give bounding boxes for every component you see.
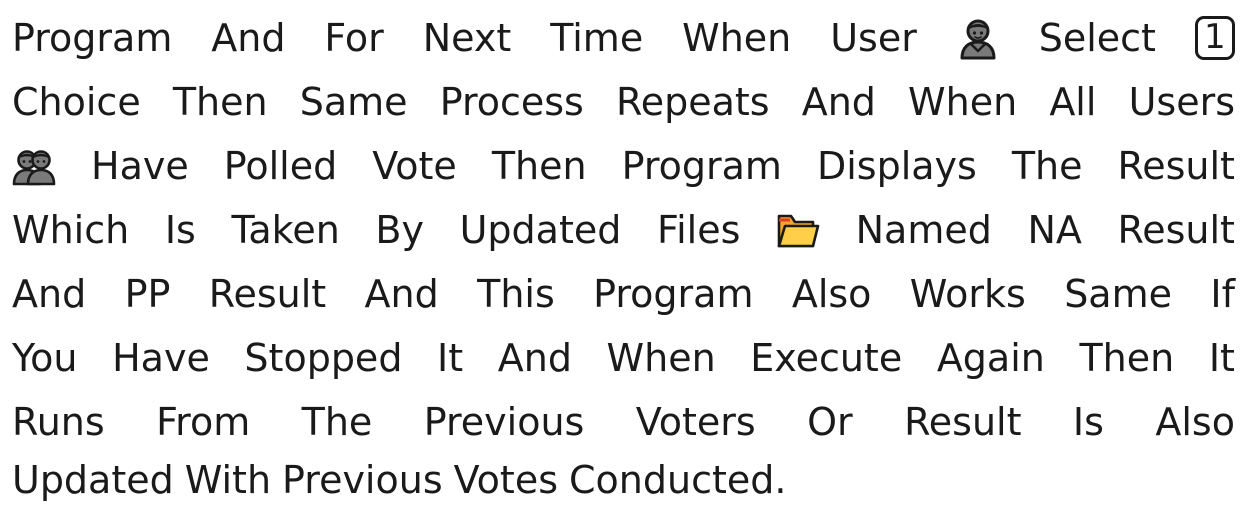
word: It: [1208, 336, 1235, 380]
text-line-5: And PP Result And This Program Also Work…: [12, 262, 1235, 326]
word: Program: [12, 16, 173, 60]
word: Choice: [12, 80, 141, 124]
word: With: [184, 458, 272, 502]
word: Program: [593, 272, 754, 316]
word: Again: [936, 336, 1045, 380]
word: Previous: [423, 400, 585, 444]
word: Result: [1117, 144, 1235, 188]
folder-icon: [776, 208, 820, 252]
word: Is: [1072, 400, 1104, 444]
text-line-2: Choice Then Same Process Repeats And Whe…: [12, 70, 1235, 134]
people-icon: [12, 144, 56, 188]
word: Users: [1128, 80, 1235, 124]
text-line-7: Runs From The Previous Voters Or Result …: [12, 390, 1235, 454]
word: Runs: [12, 400, 105, 444]
word: Is: [164, 208, 196, 252]
text-line-6: You Have Stopped It And When Execute Aga…: [12, 326, 1235, 390]
word: And: [211, 16, 286, 60]
word: Updated: [12, 458, 174, 502]
word: When: [606, 336, 716, 380]
word: Polled: [223, 144, 338, 188]
word: Then: [491, 144, 587, 188]
word: The: [301, 400, 373, 444]
word: Same: [299, 80, 408, 124]
word: NA: [1027, 208, 1082, 252]
word: Repeats: [616, 80, 770, 124]
word: Which: [12, 208, 130, 252]
word: Vote: [372, 144, 457, 188]
word: Same: [1064, 272, 1172, 316]
word: If: [1210, 272, 1235, 316]
word: Files: [656, 208, 741, 252]
word: This: [477, 272, 555, 316]
word: Voters: [635, 400, 756, 444]
word: All: [1049, 80, 1097, 124]
word: Then: [1079, 336, 1175, 380]
word: Execute: [750, 336, 903, 380]
word: Result: [1117, 208, 1235, 252]
text-line-4: Which Is Taken By Updated Files Named NA…: [12, 198, 1235, 262]
word: Next: [422, 16, 512, 60]
text-line-8: Updated With Previous Votes Conducted.: [12, 448, 1235, 512]
word: From: [156, 400, 251, 444]
word: And: [801, 80, 876, 124]
word: Time: [550, 16, 644, 60]
word: Displays: [816, 144, 977, 188]
word: Votes: [453, 458, 558, 502]
word: The: [1011, 144, 1083, 188]
person-icon: [956, 16, 1000, 60]
text-line-3: Have Polled Vote Then Program Displays T…: [12, 134, 1235, 198]
word: And: [12, 272, 87, 316]
word: Result: [904, 400, 1022, 444]
word: Stopped: [244, 336, 403, 380]
word: User: [830, 16, 917, 60]
word: And: [497, 336, 572, 380]
word: Program: [621, 144, 782, 188]
word: PP: [124, 272, 171, 316]
word: For: [324, 16, 384, 60]
word: By: [375, 208, 424, 252]
word: Updated: [459, 208, 622, 252]
word: Have: [112, 336, 210, 380]
word: Have: [91, 144, 189, 188]
keycap-digit-icon: 1: [1194, 16, 1235, 60]
word: Also: [791, 272, 872, 316]
word: Select: [1038, 16, 1156, 60]
word: Works: [909, 272, 1026, 316]
word: Conducted.: [569, 458, 787, 502]
word: Also: [1155, 400, 1235, 444]
word: Result: [208, 272, 327, 316]
word: Then: [172, 80, 268, 124]
word: When: [908, 80, 1018, 124]
text-line-1: Program And For Next Time When User Sele…: [12, 6, 1235, 70]
word: You: [12, 336, 78, 380]
word: Named: [855, 208, 992, 252]
word: Previous: [282, 458, 443, 502]
word: Process: [439, 80, 584, 124]
word: And: [364, 272, 439, 316]
word: When: [682, 16, 792, 60]
word: Taken: [231, 208, 340, 252]
document-page: Program And For Next Time When User Sele…: [0, 0, 1257, 517]
word: Or: [807, 400, 853, 444]
word: It: [437, 336, 464, 380]
